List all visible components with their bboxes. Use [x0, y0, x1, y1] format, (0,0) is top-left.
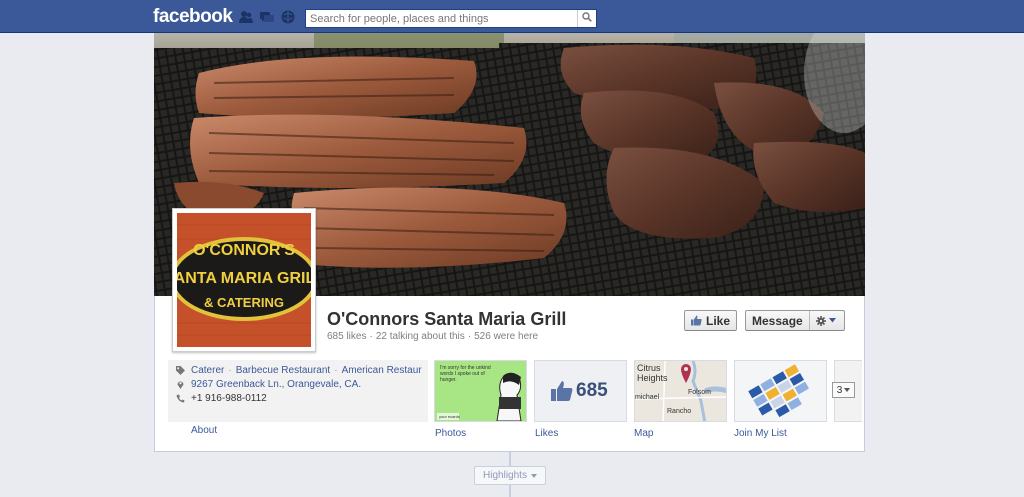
- map-label[interactable]: Map: [634, 428, 653, 439]
- thumbs-up-icon: [551, 380, 573, 402]
- likes-count[interactable]: 685 likes: [327, 331, 366, 342]
- restaurant-logo: O'CONNOR'S SANTA MARIA GRILL & CATERING: [177, 213, 311, 347]
- page-stats: 685 likes · 22 talking about this · 526 were…: [327, 331, 538, 342]
- messages-icon[interactable]: [260, 10, 274, 24]
- highlights-label: Highlights: [483, 470, 527, 481]
- chevron-down-icon: [530, 473, 537, 478]
- join-list-label[interactable]: Join My List: [734, 428, 787, 439]
- page-title[interactable]: O'Connors Santa Maria Grill: [327, 309, 566, 330]
- profile-picture[interactable]: O'CONNOR'S SANTA MARIA GRILL & CATERING: [172, 208, 316, 352]
- search-button[interactable]: [577, 10, 596, 27]
- photos-tile[interactable]: I'm sorry for the unkind words I spoke o…: [434, 360, 527, 422]
- more-apps-button[interactable]: 3: [832, 382, 855, 398]
- thumbs-up-icon: [691, 315, 702, 326]
- map-label-michael: michael: [635, 394, 660, 401]
- category-separator: ·: [228, 365, 232, 376]
- category-row: Caterer · Barbecue Restaurant · American Res…: [176, 365, 422, 376]
- page-settings-dropdown[interactable]: [810, 315, 840, 326]
- chevron-down-icon: [844, 388, 851, 392]
- join-list-thumbnail: [735, 361, 826, 421]
- like-button-label: Like: [706, 313, 731, 328]
- message-button-label: Message: [752, 313, 803, 328]
- map-label-citrus-heights: Citrus Heights: [637, 363, 668, 383]
- photo-caption: I'm sorry for the unkind words I spoke o…: [440, 365, 491, 383]
- logo-text-line-2: SANTA MARIA GRILL: [177, 270, 311, 287]
- likes-label[interactable]: Likes: [535, 428, 558, 439]
- photo-brand: your ecards: [439, 414, 460, 419]
- join-list-tile[interactable]: [734, 360, 827, 422]
- category-separator: ·: [334, 365, 338, 376]
- stats-separator: ·: [467, 331, 472, 342]
- likes-tile[interactable]: 685: [534, 360, 627, 422]
- chevron-down-icon: [828, 318, 836, 323]
- map-tile[interactable]: Citrus Heights Folsom michael Rancho: [634, 360, 727, 422]
- top-bar: facebook: [0, 0, 1024, 33]
- notifications-icon[interactable]: [281, 10, 295, 24]
- tag-icon: [176, 366, 185, 375]
- category-caterer[interactable]: Caterer: [191, 365, 224, 376]
- logo-text-line-1: O'CONNOR'S: [193, 242, 295, 259]
- highlights-dropdown[interactable]: Highlights: [474, 466, 546, 485]
- about-link[interactable]: About: [191, 425, 217, 436]
- category-barbecue[interactable]: Barbecue Restaurant: [236, 365, 331, 376]
- more-apps-count: 3: [836, 384, 843, 396]
- facebook-logo[interactable]: facebook: [153, 6, 233, 28]
- message-button[interactable]: Message: [745, 310, 845, 331]
- talking-about-count[interactable]: 22 talking about this: [376, 331, 465, 342]
- likes-count-big: 685: [576, 380, 608, 401]
- gear-icon: [815, 315, 826, 326]
- phone-number: +1 916-988-0112: [191, 393, 267, 404]
- search-box: [305, 9, 597, 28]
- stats-separator: ·: [369, 331, 373, 342]
- phone-icon: [176, 394, 185, 403]
- were-here-count[interactable]: 526 were here: [474, 331, 538, 342]
- category-american[interactable]: American Restaura: [342, 365, 422, 376]
- friend-requests-icon[interactable]: [239, 10, 253, 24]
- map-label-rancho: Rancho: [667, 408, 692, 415]
- logo-text-line-3: & CATERING: [204, 295, 284, 310]
- address-link[interactable]: 9267 Greenback Ln., Orangevale, CA.: [191, 379, 361, 390]
- phone-row: +1 916-988-0112: [176, 393, 422, 404]
- like-button[interactable]: Like: [684, 310, 737, 331]
- map-pin-icon: [176, 380, 185, 389]
- search-input[interactable]: [306, 10, 576, 27]
- map-label-folsom: Folsom: [688, 389, 711, 396]
- search-icon: [582, 12, 592, 25]
- photos-label[interactable]: Photos: [435, 428, 466, 439]
- address-row: 9267 Greenback Ln., Orangevale, CA.: [176, 379, 422, 390]
